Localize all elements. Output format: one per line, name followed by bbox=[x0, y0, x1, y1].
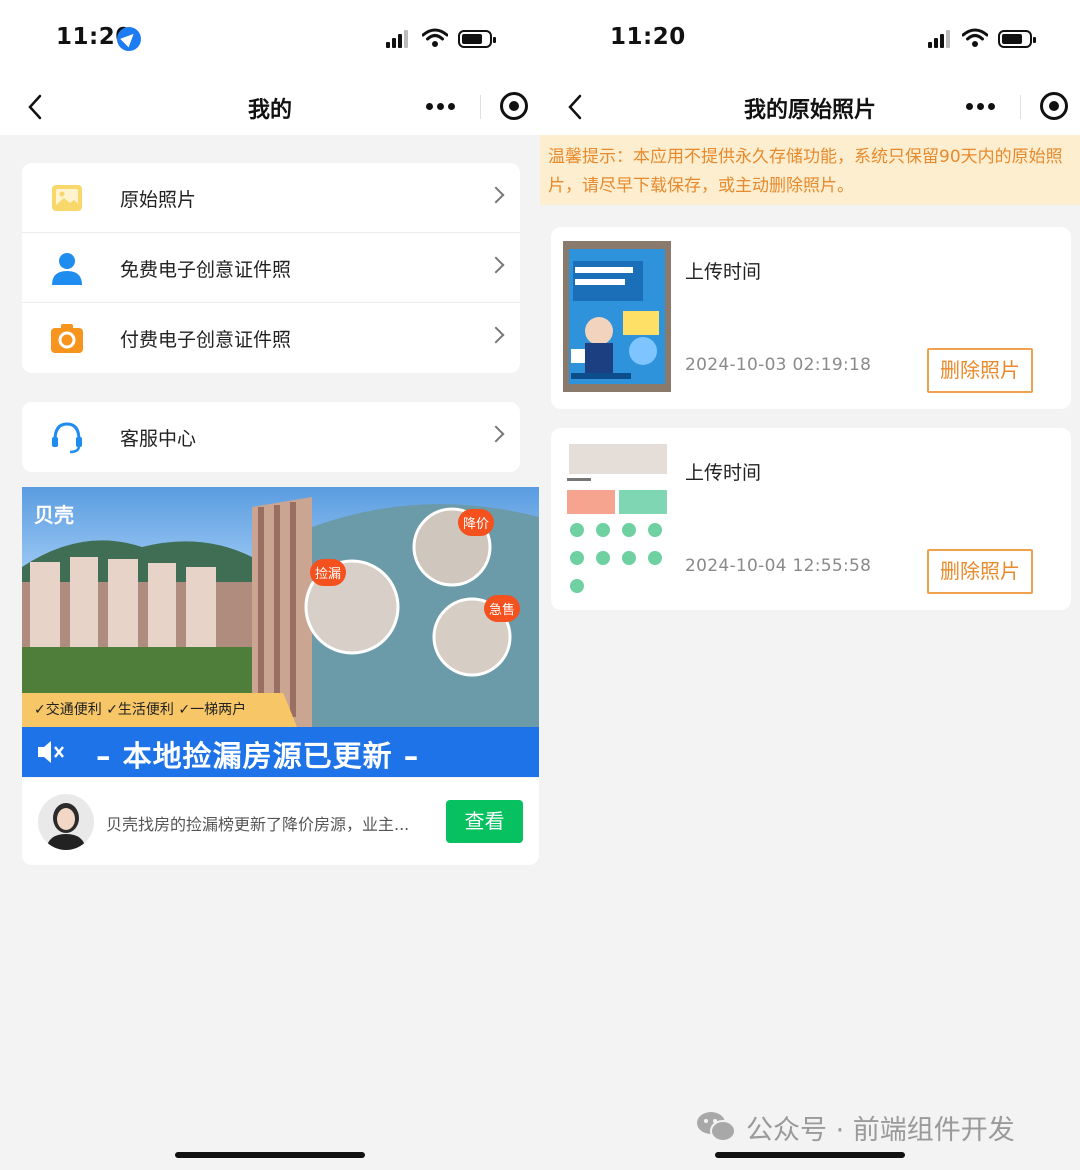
chevron-right-icon bbox=[487, 186, 505, 204]
close-target-icon[interactable] bbox=[1040, 92, 1068, 120]
user-icon bbox=[52, 253, 82, 285]
chevron-right-icon bbox=[487, 256, 505, 274]
status-bar: 11:20 bbox=[540, 0, 1080, 80]
location-arrow-icon bbox=[117, 27, 141, 51]
chevron-right-icon bbox=[487, 326, 505, 344]
ad-badge-bargain: 捡漏 bbox=[310, 559, 347, 586]
capsule-divider bbox=[1020, 95, 1021, 119]
status-bar: 11:20 bbox=[0, 0, 540, 80]
view-button[interactable]: 查看 bbox=[446, 800, 523, 843]
upload-time-label: 上传时间 bbox=[685, 462, 762, 484]
ad-headline: – 本地捡漏房源已更新 – bbox=[96, 739, 420, 773]
menu-item-label: 原始照片 bbox=[120, 189, 197, 211]
delete-photo-button[interactable]: 删除照片 bbox=[927, 348, 1033, 393]
ad-description: 贝壳找房的捡漏榜更新了降价房源，业主... bbox=[106, 815, 410, 834]
battery-icon bbox=[458, 30, 496, 48]
menu-item-free-id-photo[interactable]: 免费电子创意证件照 bbox=[22, 233, 520, 303]
chevron-right-icon bbox=[487, 425, 505, 443]
mute-icon[interactable] bbox=[36, 739, 66, 765]
capsule-divider bbox=[480, 95, 481, 119]
menu-card: 原始照片 免费电子创意证件照 付费电子创意证件照 bbox=[22, 163, 520, 373]
headset-icon bbox=[52, 422, 82, 454]
upload-time-label: 上传时间 bbox=[685, 261, 762, 283]
menu-item-label: 免费电子创意证件照 bbox=[120, 259, 292, 281]
ad-headline-bar: – 本地捡漏房源已更新 – bbox=[22, 727, 539, 777]
home-indicator[interactable] bbox=[175, 1152, 365, 1158]
ad-badge-urgent: 急售 bbox=[484, 595, 521, 622]
menu-item-paid-id-photo[interactable]: 付费电子创意证件照 bbox=[22, 303, 520, 373]
upload-time-value: 2024-10-03 02:19:18 bbox=[685, 355, 872, 375]
wechat-icon bbox=[697, 1112, 736, 1142]
nav-bar: 我的 bbox=[0, 80, 540, 135]
ad-tag: ✓一梯两户 bbox=[178, 702, 247, 718]
left-phone-screen: 11:20 我的 原始照片 免费电子创意证件照 付费电子创意证件照 客服中心 贝… bbox=[0, 0, 540, 1170]
battery-icon bbox=[998, 30, 1036, 48]
wifi-icon bbox=[962, 28, 988, 47]
delete-photo-button[interactable]: 删除照片 bbox=[927, 549, 1033, 594]
service-card: 客服中心 bbox=[22, 402, 520, 472]
right-phone-screen: 11:20 我的原始照片 温馨提示：本应用不提供永久存储功能，系统只保留90天内… bbox=[540, 0, 1080, 1170]
close-target-icon[interactable] bbox=[500, 92, 528, 120]
more-dots-icon[interactable] bbox=[426, 103, 462, 111]
ad-tag: ✓生活便利 bbox=[106, 702, 174, 718]
mini-program-capsule bbox=[420, 89, 540, 123]
avatar bbox=[38, 794, 94, 850]
upload-time-value: 2024-10-04 12:55:58 bbox=[685, 556, 872, 576]
ad-banner-image[interactable]: 贝壳 降价 捡漏 急售 ✓交通便利 ✓生活便利 ✓一梯两户 – 本地捡漏房源已更… bbox=[22, 487, 539, 777]
ad-tag-bar: ✓交通便利 ✓生活便利 ✓一梯两户 bbox=[22, 693, 297, 727]
photo-thumbnail[interactable] bbox=[563, 442, 671, 593]
menu-item-original-photos[interactable]: 原始照片 bbox=[22, 163, 520, 233]
camera-icon bbox=[51, 324, 83, 353]
status-time: 11:20 bbox=[610, 24, 686, 50]
ad-badge-price-drop: 降价 bbox=[458, 509, 495, 536]
photo-card: 上传时间 2024-10-03 02:19:18 删除照片 bbox=[551, 227, 1071, 409]
watermark-text: 公众号 · 前端组件开发 bbox=[746, 1115, 1015, 1146]
photo-icon bbox=[52, 185, 82, 211]
menu-item-label: 客服中心 bbox=[120, 428, 197, 450]
ad-brand-logo: 贝壳 bbox=[34, 503, 74, 527]
mini-program-capsule bbox=[960, 89, 1080, 123]
nav-bar: 我的原始照片 bbox=[540, 80, 1080, 135]
wifi-icon bbox=[422, 28, 448, 47]
home-indicator[interactable] bbox=[715, 1152, 905, 1158]
ad-tag: ✓交通便利 bbox=[34, 702, 102, 718]
photo-thumbnail[interactable] bbox=[563, 241, 671, 392]
menu-item-label: 付费电子创意证件照 bbox=[120, 329, 292, 351]
menu-item-customer-service[interactable]: 客服中心 bbox=[22, 402, 520, 472]
more-dots-icon[interactable] bbox=[966, 103, 1002, 111]
storage-notice: 温馨提示：本应用不提供永久存储功能，系统只保留90天内的原始照片，请尽早下载保存… bbox=[540, 135, 1080, 205]
cellular-signal-icon bbox=[386, 30, 410, 48]
ad-footer: 贝壳找房的捡漏榜更新了降价房源，业主... 查看 bbox=[22, 778, 539, 865]
photo-card: 上传时间 2024-10-04 12:55:58 删除照片 bbox=[551, 428, 1071, 610]
cellular-signal-icon bbox=[928, 30, 952, 48]
